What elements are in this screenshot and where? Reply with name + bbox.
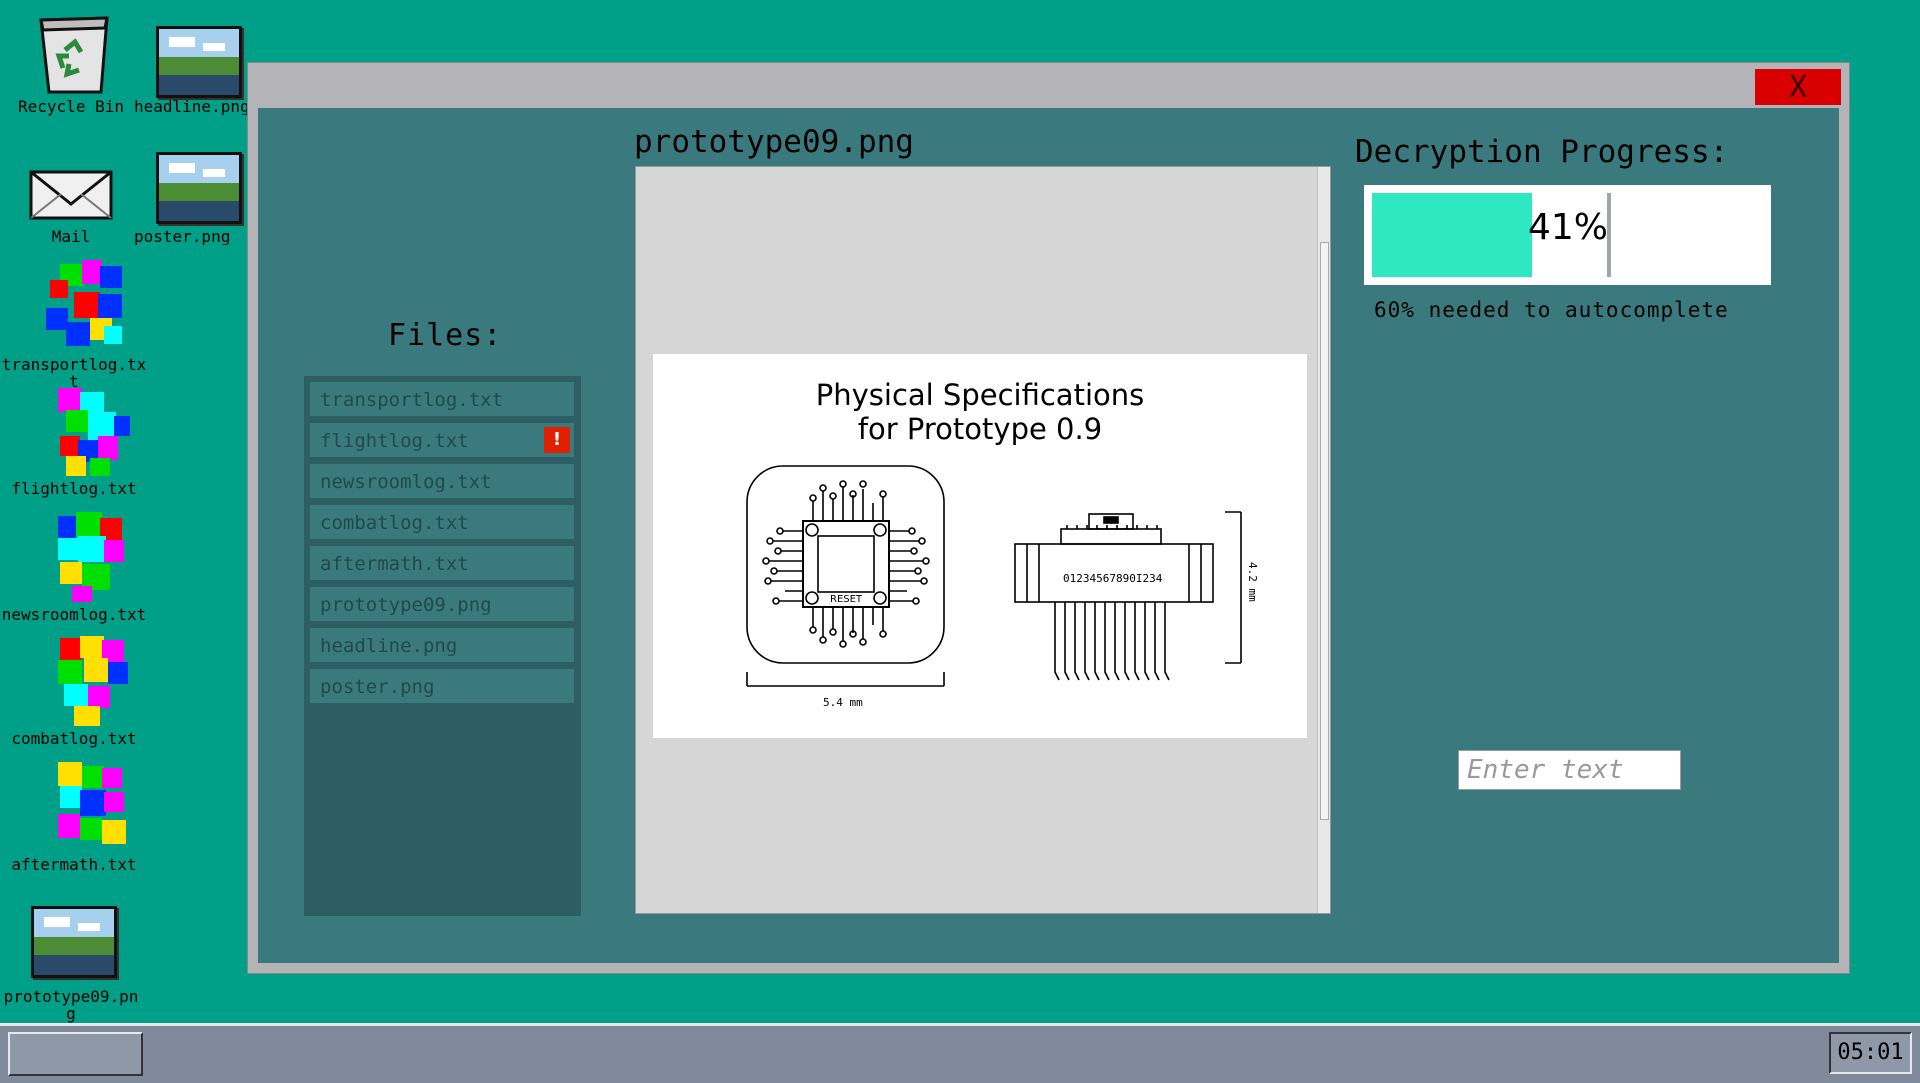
width-dimension-label: 5.4 mm xyxy=(823,696,863,709)
corrupted-file-icon xyxy=(30,762,126,856)
image-file-icon xyxy=(27,902,117,988)
desktop-icon-recycle-bin[interactable]: Recycle Bin xyxy=(1,12,141,115)
mail-icon xyxy=(27,160,115,228)
desktop-icon-label: Mail xyxy=(51,227,91,246)
scrollbar-thumb[interactable] xyxy=(1320,242,1329,820)
desktop-icon-label: poster.png xyxy=(134,228,231,245)
close-button[interactable]: X xyxy=(1755,69,1841,105)
desktop-icon-label: headline.png xyxy=(134,98,250,115)
files-title: Files: xyxy=(388,318,503,353)
file-item-newsroomlog[interactable]: newsroomlog.txt xyxy=(310,464,574,498)
file-item-combatlog[interactable]: combatlog.txt xyxy=(310,505,574,539)
desktop-icon-flightlog[interactable]: flightlog.txt xyxy=(4,386,144,497)
file-list: transportlog.txt flightlog.txt! newsroom… xyxy=(304,376,581,916)
image-file-icon xyxy=(152,22,242,98)
viewer-scrollbar[interactable] xyxy=(1317,167,1330,913)
corrupted-file-icon xyxy=(30,636,128,730)
taskbar: 05:01 xyxy=(0,1023,1920,1083)
decryption-progress-bar: 41% xyxy=(1364,185,1771,285)
progress-percent: 41% xyxy=(1528,207,1609,248)
progress-fill xyxy=(1372,193,1532,277)
desktop-icon-transportlog[interactable]: transportlog.txt xyxy=(2,260,146,390)
file-item-prototype09[interactable]: prototype09.png xyxy=(310,587,574,621)
file-item-aftermath[interactable]: aftermath.txt xyxy=(310,546,574,580)
file-item-label: aftermath.txt xyxy=(320,553,469,575)
desktop-icon-combatlog[interactable]: combatlog.txt xyxy=(4,636,144,747)
corrupted-file-icon xyxy=(30,386,130,480)
chip-diagram: RESET 01234567890I234 5.4 mm 4.2 mm xyxy=(746,465,1259,709)
chip-reset-label: RESET xyxy=(830,594,863,605)
file-item-transportlog[interactable]: transportlog.txt xyxy=(310,382,574,416)
image-viewer: Physical Specifications for Prototype 0.… xyxy=(635,166,1331,914)
start-button[interactable] xyxy=(8,1032,143,1076)
desktop-icon-mail[interactable]: Mail xyxy=(1,160,141,245)
file-item-label: transportlog.txt xyxy=(320,389,504,411)
desktop-icon-prototype09[interactable]: prototype09.png xyxy=(1,902,141,1022)
taskbar-clock: 05:01 xyxy=(1829,1032,1912,1074)
barcode-text: 01234567890I234 xyxy=(1063,572,1163,585)
desktop-icon-label: transportlog.txt xyxy=(1,355,147,391)
desktop-icon-poster[interactable]: poster.png xyxy=(126,148,266,245)
image-file-icon xyxy=(152,148,242,228)
recycle-bin-icon xyxy=(27,12,115,98)
height-dimension-label: 4.2 mm xyxy=(1246,562,1259,602)
spec-document-image: Physical Specifications for Prototype 0.… xyxy=(653,354,1307,738)
decryption-window: X Files: transportlog.txt flightlog.txt!… xyxy=(247,62,1850,974)
alert-icon: ! xyxy=(544,427,570,453)
file-item-label: poster.png xyxy=(320,676,435,698)
file-item-label: newsroomlog.txt xyxy=(320,471,492,493)
corrupted-file-icon xyxy=(30,260,122,356)
desktop-icon-newsroomlog[interactable]: newsroomlog.txt xyxy=(2,512,146,623)
window-body: Files: transportlog.txt flightlog.txt! n… xyxy=(258,108,1839,963)
desktop-icon-headline[interactable]: headline.png xyxy=(126,22,266,115)
decryption-text-input[interactable] xyxy=(1458,750,1681,790)
desktop-icon-label: prototype09.png xyxy=(3,987,139,1023)
desktop-icon-label: Recycle Bin xyxy=(18,97,124,116)
file-item-flightlog[interactable]: flightlog.txt! xyxy=(310,423,574,457)
file-item-headline[interactable]: headline.png xyxy=(310,628,574,662)
corrupted-file-icon xyxy=(30,512,124,606)
viewer-title: prototype09.png xyxy=(634,124,914,160)
file-item-label: combatlog.txt xyxy=(320,512,469,534)
desktop-icon-aftermath[interactable]: aftermath.txt xyxy=(4,762,144,873)
file-item-label: headline.png xyxy=(320,635,458,657)
file-item-label: flightlog.txt xyxy=(320,430,469,452)
file-item-label: prototype09.png xyxy=(320,594,492,616)
progress-title: Decryption Progress: xyxy=(1355,134,1729,170)
progress-note: 60% needed to autocomplete xyxy=(1374,298,1729,322)
file-item-poster[interactable]: poster.png xyxy=(310,669,574,703)
